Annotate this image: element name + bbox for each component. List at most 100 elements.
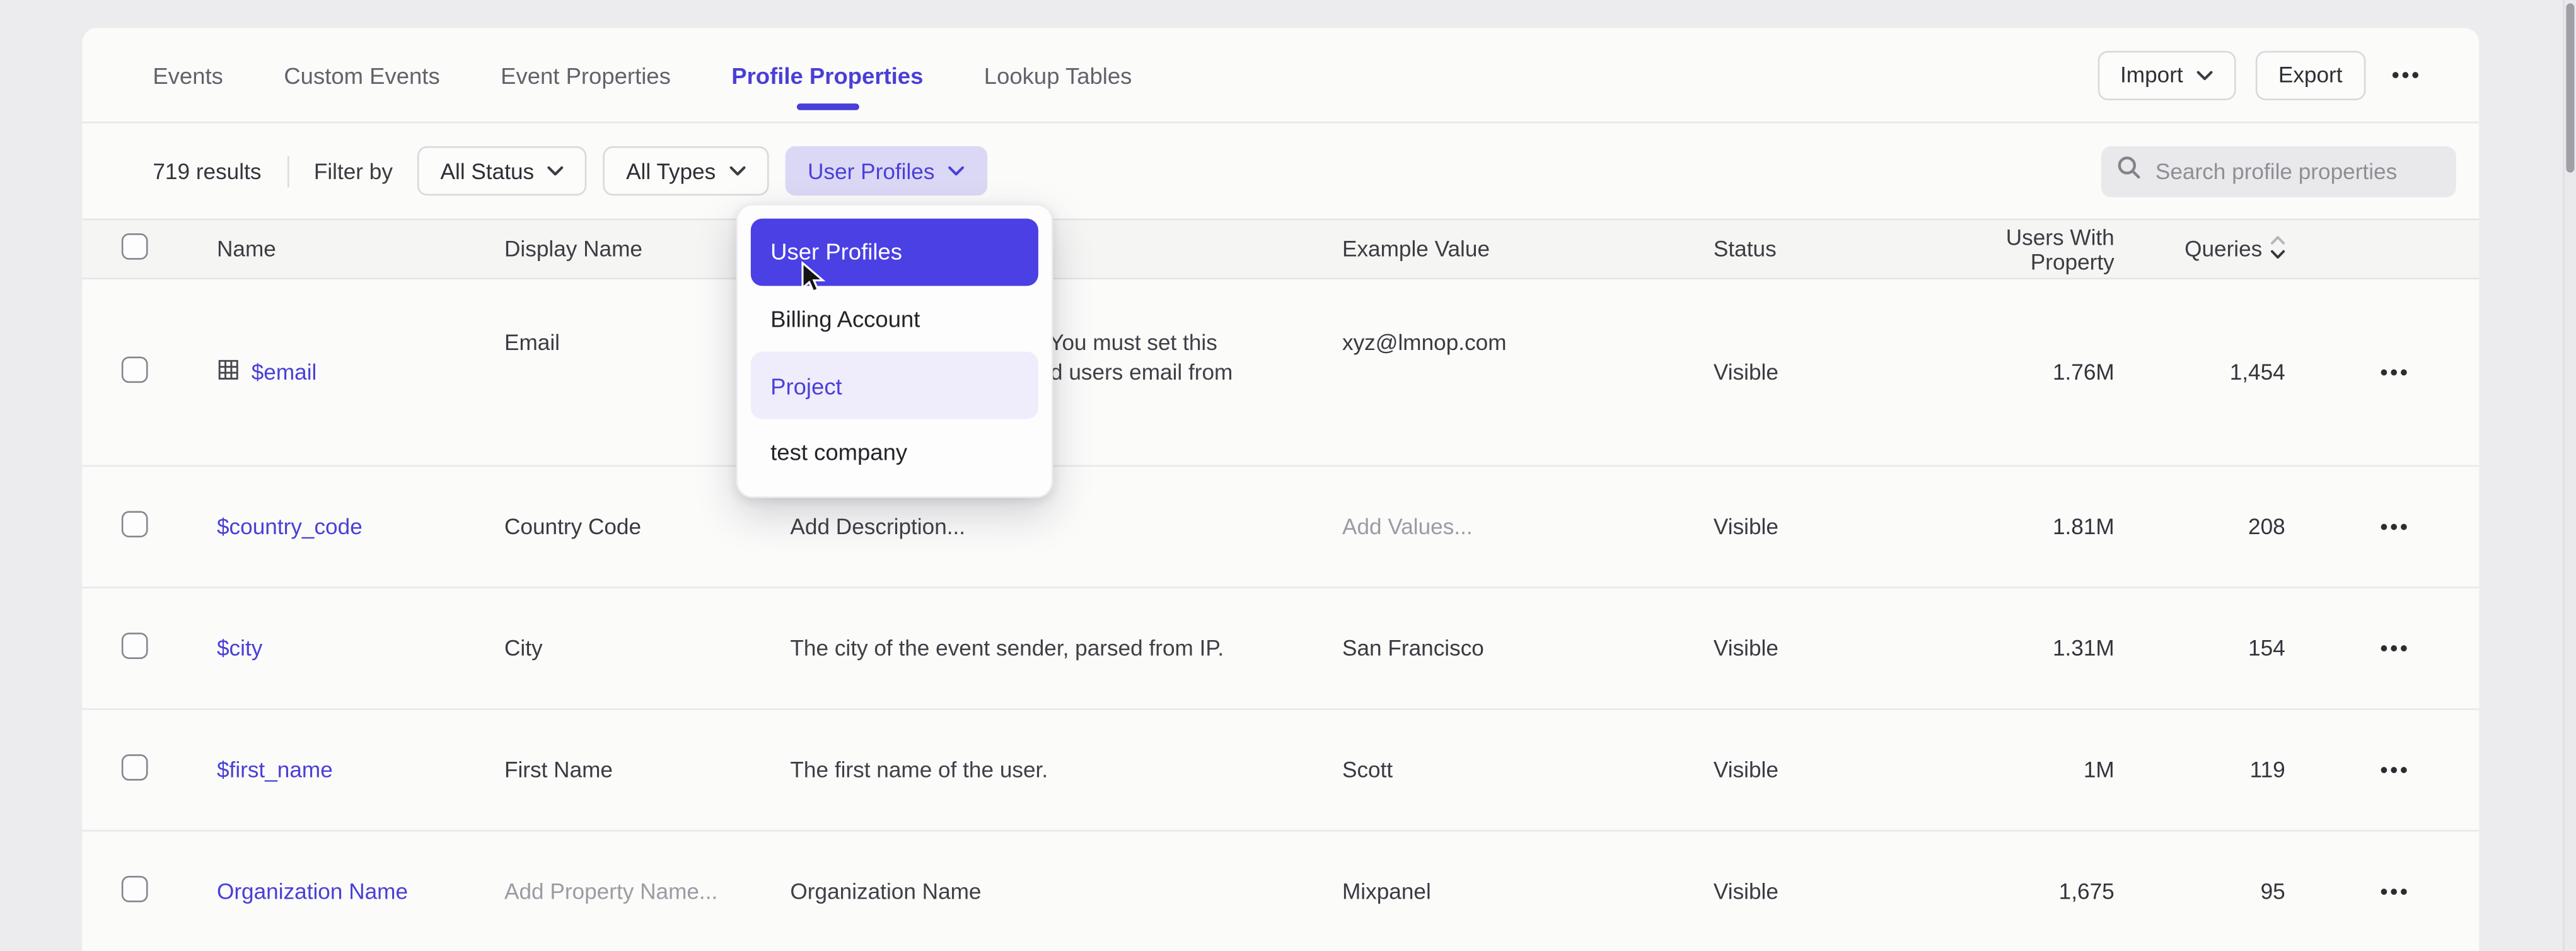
- search-icon: [2116, 154, 2142, 189]
- display-name-cell[interactable]: Add Property Name...: [504, 879, 790, 904]
- column-header-name[interactable]: Name: [217, 236, 504, 261]
- more-options-button[interactable]: •••: [2385, 62, 2428, 87]
- import-button-label: Import: [2120, 62, 2183, 87]
- page: Events Custom Events Event Properties Profi…: [0, 0, 2576, 951]
- status-cell[interactable]: Visible: [1714, 757, 1919, 782]
- property-name-cell: $city: [217, 636, 504, 660]
- status-filter-label: All Status: [441, 158, 535, 183]
- type-filter-button[interactable]: All Types: [603, 146, 769, 195]
- description-cell[interactable]: The city of the event sender, parsed fro…: [790, 634, 1342, 663]
- tabbar-actions: Import Export •••: [2097, 50, 2480, 99]
- property-name-link[interactable]: $city: [217, 636, 262, 660]
- import-button[interactable]: Import: [2097, 50, 2236, 99]
- users-with-property-cell: 1.76M: [1919, 360, 2115, 385]
- display-name-cell[interactable]: First Name: [504, 757, 790, 782]
- display-name-cell[interactable]: Country Code: [504, 515, 790, 539]
- row-menu-button[interactable]: •••: [2374, 879, 2416, 904]
- tab-custom-events[interactable]: Custom Events: [284, 62, 439, 88]
- property-name-cell: Organization Name: [217, 879, 504, 904]
- queries-cell: 119: [2115, 757, 2285, 782]
- search-box: [2101, 146, 2456, 197]
- chevron-down-icon: [948, 166, 964, 176]
- table-header: Name Display Name Example Value Status U…: [82, 219, 2479, 279]
- status-cell[interactable]: Visible: [1714, 360, 1919, 385]
- queries-cell: 208: [2115, 515, 2285, 539]
- table-row: $first_name First NameThe first name of t…: [82, 708, 2479, 830]
- tab-bar: Events Custom Events Event Properties Profi…: [82, 28, 2479, 123]
- select-all-checkbox[interactable]: [122, 234, 147, 259]
- column-header-status[interactable]: Status: [1714, 236, 1919, 261]
- table-row: $country_code Country CodeAdd Description…: [82, 465, 2479, 586]
- filter-by-label: Filter by: [314, 158, 393, 183]
- queries-cell: 154: [2115, 636, 2285, 660]
- queries-cell: 95: [2115, 879, 2285, 904]
- tab-profile-properties[interactable]: Profile Properties: [731, 62, 923, 88]
- example-value-cell[interactable]: Add Values...: [1342, 515, 1714, 539]
- tab-event-properties[interactable]: Event Properties: [501, 62, 671, 88]
- row-menu-button[interactable]: •••: [2374, 757, 2416, 782]
- tab-events[interactable]: Events: [153, 62, 223, 88]
- vertical-scrollbar-track: [2563, 0, 2576, 951]
- description-cell[interactable]: Add Description...: [790, 512, 1342, 542]
- queries-cell: 1,454: [2115, 360, 2285, 385]
- users-with-property-cell: 1M: [1919, 757, 2115, 782]
- properties-card: Events Custom Events Event Properties Profi…: [82, 28, 2479, 951]
- chevron-down-icon: [729, 166, 745, 176]
- status-filter-button[interactable]: All Status: [417, 146, 586, 195]
- status-cell[interactable]: Visible: [1714, 636, 1919, 660]
- row-menu-button[interactable]: •••: [2374, 360, 2416, 385]
- entity-filter-button[interactable]: User Profiles: [785, 146, 987, 195]
- dropdown-item-project[interactable]: Project: [751, 353, 1038, 419]
- row-checkbox[interactable]: [122, 511, 147, 537]
- property-name-link[interactable]: Organization Name: [217, 879, 408, 904]
- row-menu-button[interactable]: •••: [2374, 515, 2416, 539]
- type-filter-label: All Types: [626, 158, 716, 183]
- status-cell[interactable]: Visible: [1714, 879, 1919, 904]
- display-name-cell[interactable]: City: [504, 636, 790, 660]
- row-checkbox[interactable]: [122, 755, 147, 780]
- vertical-scrollbar-thumb[interactable]: [2565, 3, 2574, 172]
- users-with-property-cell: 1.31M: [1919, 636, 2115, 660]
- search-input[interactable]: [2155, 158, 2435, 183]
- tab-lookup-tables[interactable]: Lookup Tables: [984, 62, 1132, 88]
- row-checkbox[interactable]: [122, 357, 147, 382]
- column-header-queries[interactable]: Queries: [2115, 234, 2285, 264]
- export-button[interactable]: Export: [2255, 50, 2365, 99]
- chevron-down-icon: [2196, 70, 2213, 80]
- queries-header-label: Queries: [2184, 236, 2262, 261]
- property-name-cell: $first_name: [217, 757, 504, 782]
- example-value-cell[interactable]: Mixpanel: [1342, 879, 1714, 904]
- lookup-table-icon: [217, 358, 240, 386]
- table-row: $emailEmailThe user's email address. You…: [82, 279, 2479, 465]
- tab-list: Events Custom Events Event Properties Profi…: [153, 62, 1132, 88]
- example-value-cell[interactable]: Scott: [1342, 757, 1714, 782]
- example-value-cell[interactable]: xyz@lmnop.com: [1342, 279, 1714, 355]
- entity-dropdown-menu: User ProfilesBilling AccountProjecttest …: [736, 204, 1053, 498]
- results-count: 719 results: [153, 158, 261, 183]
- property-name-cell: $country_code: [217, 515, 504, 539]
- row-menu-button[interactable]: •••: [2374, 636, 2416, 660]
- sort-icon[interactable]: [2270, 234, 2285, 264]
- column-header-example-value[interactable]: Example Value: [1342, 236, 1714, 261]
- column-header-users-with-property[interactable]: Users With Property: [1919, 225, 2115, 274]
- filter-bar: 719 results Filter by All Status All Typ…: [82, 123, 2479, 218]
- description-cell[interactable]: Organization Name: [790, 877, 1342, 906]
- property-name-link[interactable]: $first_name: [217, 757, 333, 782]
- table-row: $city CityThe city of the event sender, p…: [82, 586, 2479, 708]
- property-name-link[interactable]: $email: [252, 360, 317, 385]
- row-checkbox[interactable]: [122, 633, 147, 658]
- entity-filter-label: User Profiles: [808, 158, 934, 183]
- dropdown-item-billing-account[interactable]: Billing Account: [751, 286, 1038, 353]
- property-name-cell: $email: [217, 358, 504, 386]
- users-with-property-cell: 1,675: [1919, 879, 2115, 904]
- description-cell[interactable]: The first name of the user.: [790, 755, 1342, 785]
- row-checkbox[interactable]: [122, 877, 147, 902]
- status-cell[interactable]: Visible: [1714, 515, 1919, 539]
- divider: [287, 155, 289, 187]
- dropdown-item-user-profiles[interactable]: User Profiles: [751, 219, 1038, 286]
- property-name-link[interactable]: $country_code: [217, 515, 363, 539]
- export-button-label: Export: [2278, 62, 2343, 87]
- dropdown-item-test-company[interactable]: test company: [751, 419, 1038, 486]
- table-row: Organization NameAdd Property Name...Org…: [82, 830, 2479, 951]
- example-value-cell[interactable]: San Francisco: [1342, 636, 1714, 660]
